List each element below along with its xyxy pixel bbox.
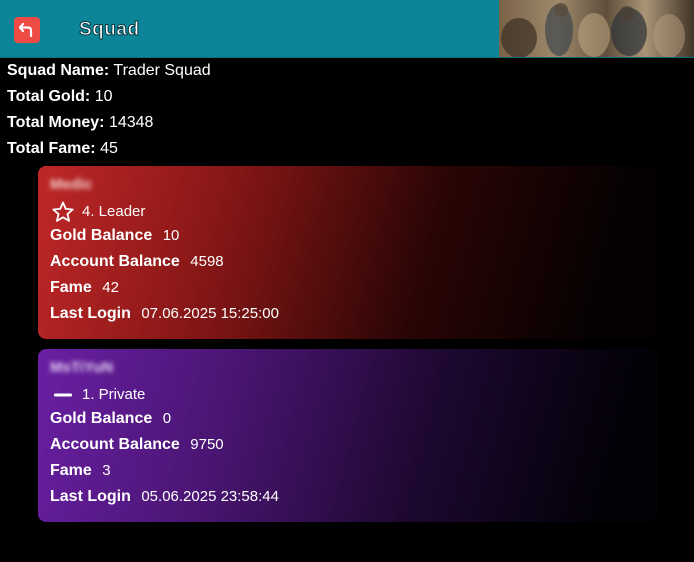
account-balance-value: 4598 [190,253,224,270]
total-money-label: Total Money: [7,114,105,131]
total-money-value: 14348 [108,114,154,131]
member-rank: 1. Private [50,381,646,408]
last-login-row: Last Login 07.06.2025 15:25:00 [50,303,646,329]
back-button[interactable] [14,17,40,43]
member-card-leader[interactable]: Medic 4. Leader Gold Balance 10 Account … [38,166,658,339]
squad-name-label: Squad Name: [7,62,110,79]
fame-row: Fame 42 [50,277,646,303]
fame-value: 42 [102,279,119,296]
total-fame-row: Total Fame: 45 [7,139,211,165]
fame-row: Fame 3 [50,460,646,486]
page-title: Squad [79,19,140,41]
member-rank-label: 1. Private [82,386,146,403]
squad-summary: Squad Name: Trader Squad Total Gold: 10 … [7,61,211,165]
total-gold-value: 10 [94,88,113,105]
squad-banner-image [499,0,694,57]
dash-icon [50,383,76,407]
last-login-label: Last Login [50,305,131,322]
gold-balance-value: 0 [162,410,172,427]
fame-label: Fame [50,279,92,296]
last-login-label: Last Login [50,488,131,505]
fame-value: 3 [102,462,111,479]
account-balance-row: Account Balance 9750 [50,434,646,460]
gold-balance-label: Gold Balance [50,410,153,427]
squad-name-value: Trader Squad [113,62,211,79]
return-arrow-icon [18,22,33,38]
member-card-private[interactable]: MsTiYuN 1. Private Gold Balance 0 Accoun… [38,349,658,522]
fame-label: Fame [50,462,92,479]
gold-balance-row: Gold Balance 0 [50,408,646,434]
total-fame-value: 45 [100,140,118,157]
last-login-value: 05.06.2025 23:58:44 [141,488,279,505]
total-fame-label: Total Fame: [7,140,96,157]
squad-name-row: Squad Name: Trader Squad [7,61,211,87]
account-balance-label: Account Balance [50,253,180,270]
member-name: MsTiYuN [50,359,114,376]
star-outline-icon [50,200,76,224]
member-rank-label: 4. Leader [82,203,146,220]
gold-balance-row: Gold Balance 10 [50,225,646,251]
total-gold-row: Total Gold: 10 [7,87,211,113]
account-balance-label: Account Balance [50,436,180,453]
member-name: Medic [50,176,93,193]
last-login-value: 07.06.2025 15:25:00 [141,305,279,322]
account-balance-value: 9750 [190,436,224,453]
last-login-row: Last Login 05.06.2025 23:58:44 [50,486,646,512]
top-bar: Squad [0,0,694,58]
member-rank: 4. Leader [50,198,646,225]
total-gold-label: Total Gold: [7,88,91,105]
account-balance-row: Account Balance 4598 [50,251,646,277]
total-money-row: Total Money: 14348 [7,113,211,139]
gold-balance-value: 10 [162,227,180,244]
gold-balance-label: Gold Balance [50,227,153,244]
